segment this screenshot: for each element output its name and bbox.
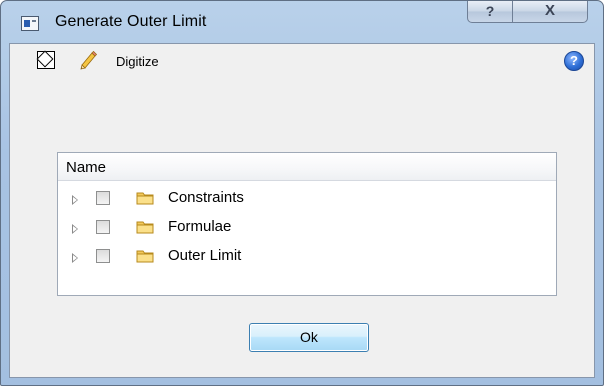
expand-arrow-icon[interactable] (72, 253, 78, 263)
title-help-button[interactable]: ? (467, 1, 513, 23)
tree-item-checkbox[interactable] (96, 249, 110, 263)
window-title: Generate Outer Limit (55, 13, 207, 30)
title-bar[interactable]: Generate Outer Limit ? X (1, 1, 603, 43)
tree-item-outer-limit[interactable]: Outer Limit (58, 244, 556, 272)
expand-arrow-icon[interactable] (72, 195, 78, 205)
column-header-name: Name (66, 159, 107, 176)
tree-item-constraints[interactable]: Constraints (58, 186, 556, 214)
pencil-icon[interactable] (78, 50, 98, 70)
ok-button[interactable]: Ok (249, 323, 369, 352)
app-window-icon (21, 16, 39, 31)
tree-item-checkbox[interactable] (96, 191, 110, 205)
tree-item-label: Constraints (168, 189, 244, 206)
tree-item-label: Outer Limit (168, 247, 242, 264)
folder-icon (136, 250, 154, 263)
folder-icon (136, 221, 154, 234)
tree-item-formulae[interactable]: Formulae (58, 215, 556, 243)
tree-item-checkbox[interactable] (96, 220, 110, 234)
expand-arrow-icon[interactable] (72, 224, 78, 234)
digitize-label[interactable]: Digitize (116, 54, 159, 69)
tree-item-label: Formulae (168, 218, 232, 235)
close-button[interactable]: X (512, 1, 588, 23)
tree-column-header[interactable]: Name (58, 153, 556, 181)
tree-view[interactable]: Name Constraints Formulae Outer Limit (57, 152, 557, 296)
digitize-shape-icon[interactable] (36, 50, 55, 69)
folder-icon (136, 192, 154, 205)
help-icon[interactable]: ? (564, 51, 584, 71)
